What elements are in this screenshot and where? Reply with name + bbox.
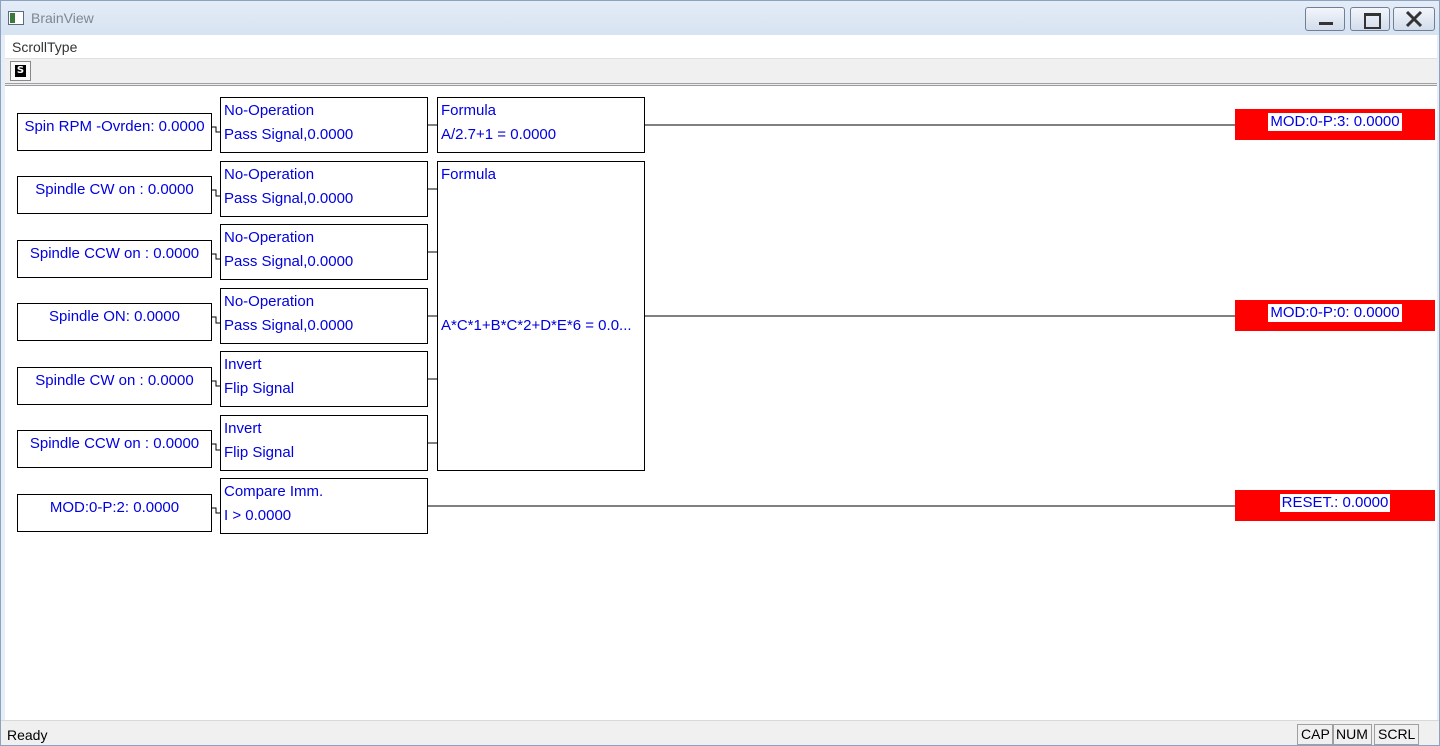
output-node-2[interactable]: MOD:0-P:0: 0.0000 (1235, 300, 1435, 331)
operation-node-6[interactable]: Invert Flip Signal (220, 415, 428, 471)
operation-node-7[interactable]: Compare Imm. I > 0.0000 (220, 478, 428, 534)
operation-node-3[interactable]: No-Operation Pass Signal,0.0000 (220, 224, 428, 280)
operation-node-4[interactable]: No-Operation Pass Signal,0.0000 (220, 288, 428, 344)
operation-name: Invert (224, 356, 262, 373)
source-node-2[interactable]: Spindle CW on : 0.0000 (17, 176, 212, 214)
close-button[interactable] (1393, 7, 1435, 31)
output-node-3[interactable]: RESET.: 0.0000 (1235, 490, 1435, 521)
window-title: BrainView (31, 10, 94, 26)
cap-indicator: CAP (1297, 724, 1334, 745)
connector-row-3 (211, 253, 220, 260)
status-text: Ready (7, 727, 48, 743)
operation-node-1[interactable]: No-Operation Pass Signal,0.0000 (220, 97, 428, 153)
formula-expression: A/2.7+1 = 0.0000 (441, 126, 557, 143)
app-icon[interactable] (8, 11, 24, 25)
operation-node-2[interactable]: No-Operation Pass Signal,0.0000 (220, 161, 428, 217)
formula-expression: A*C*1+B*C*2+D*E*6 = 0.0... (441, 317, 632, 334)
output-label: MOD:0-P:0: 0.0000 (1268, 304, 1402, 322)
output-label: RESET.: 0.0000 (1279, 494, 1391, 512)
connector-row-2 (211, 189, 220, 197)
connector-row-6 (211, 443, 220, 451)
output-label: MOD:0-P:3: 0.0000 (1268, 113, 1402, 131)
connector-row-7 (211, 507, 220, 514)
operation-detail: Flip Signal (224, 444, 295, 461)
operation-node-5[interactable]: Invert Flip Signal (220, 351, 428, 407)
connector-row-4 (211, 316, 220, 324)
operation-detail: Flip Signal (224, 380, 295, 397)
s-toolbar-button[interactable]: S (10, 61, 31, 81)
source-node-7[interactable]: MOD:0-P:2: 0.0000 (17, 494, 212, 532)
app-window: BrainView ScrollType S Spin RPM -Ovrden:… (0, 0, 1440, 746)
formula-name: Formula (441, 102, 497, 119)
source-node-4[interactable]: Spindle ON: 0.0000 (17, 303, 212, 341)
operation-name: Compare Imm. (224, 483, 324, 500)
operation-name: No-Operation (224, 102, 315, 119)
connector-row-5 (211, 380, 220, 387)
title-bar[interactable]: BrainView (1, 1, 1439, 35)
source-node-1[interactable]: Spin RPM -Ovrden: 0.0000 (17, 113, 212, 151)
formula-name: Formula (441, 166, 497, 183)
num-indicator: NUM (1332, 724, 1372, 745)
s-icon: S (15, 65, 26, 77)
operation-name: Invert (224, 420, 262, 437)
menu-scrolltype[interactable]: ScrollType (12, 39, 77, 55)
output-node-1[interactable]: MOD:0-P:3: 0.0000 (1235, 109, 1435, 140)
operation-name: No-Operation (224, 166, 315, 183)
toolbar: S (5, 59, 1437, 84)
connector-row-1 (211, 126, 220, 133)
maximize-button[interactable] (1350, 7, 1390, 31)
close-icon (1405, 10, 1423, 28)
operation-detail: Pass Signal,0.0000 (224, 126, 354, 143)
operation-detail: Pass Signal,0.0000 (224, 190, 354, 207)
menu-bar: ScrollType (5, 35, 1437, 59)
formula-node-2[interactable]: Formula A*C*1+B*C*2+D*E*6 = 0.0... (437, 161, 645, 471)
status-bar: Ready CAP NUM SCRL (1, 720, 1439, 745)
source-node-5[interactable]: Spindle CW on : 0.0000 (17, 367, 212, 405)
operation-detail: Pass Signal,0.0000 (224, 317, 354, 334)
source-node-3[interactable]: Spindle CCW on : 0.0000 (17, 240, 212, 278)
source-node-6[interactable]: Spindle CCW on : 0.0000 (17, 430, 212, 468)
operation-name: No-Operation (224, 229, 315, 246)
diagram-canvas: Spin RPM -Ovrden: 0.0000 Spindle CW on :… (5, 85, 1437, 720)
minimize-button[interactable] (1305, 7, 1345, 31)
operation-name: No-Operation (224, 293, 315, 310)
scrl-indicator: SCRL (1374, 724, 1420, 745)
operation-detail: Pass Signal,0.0000 (224, 253, 354, 270)
operation-detail: I > 0.0000 (224, 507, 292, 524)
formula-node-1[interactable]: Formula A/2.7+1 = 0.0000 (437, 97, 645, 153)
